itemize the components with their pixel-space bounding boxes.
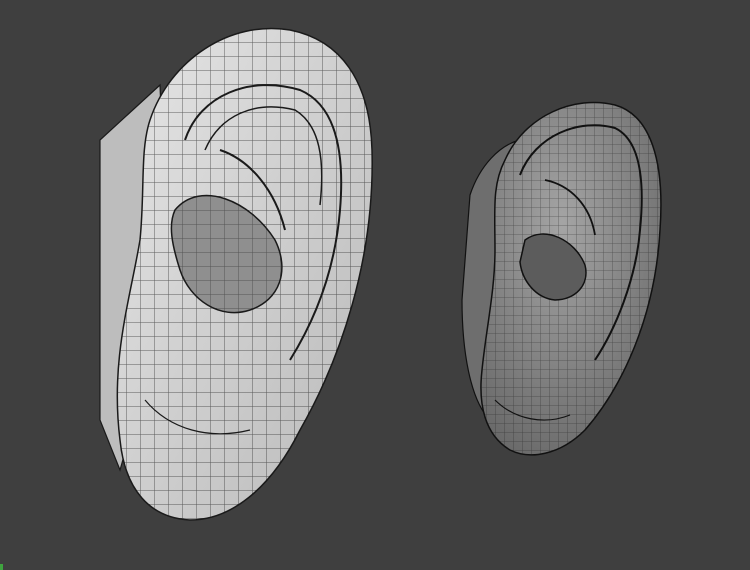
axis-indicator xyxy=(0,564,3,570)
ear-mesh-smoothed[interactable] xyxy=(461,101,662,456)
viewport-canvas xyxy=(99,27,662,521)
3d-viewport[interactable] xyxy=(0,0,750,570)
ear-mesh-lowpoly[interactable] xyxy=(99,27,373,521)
